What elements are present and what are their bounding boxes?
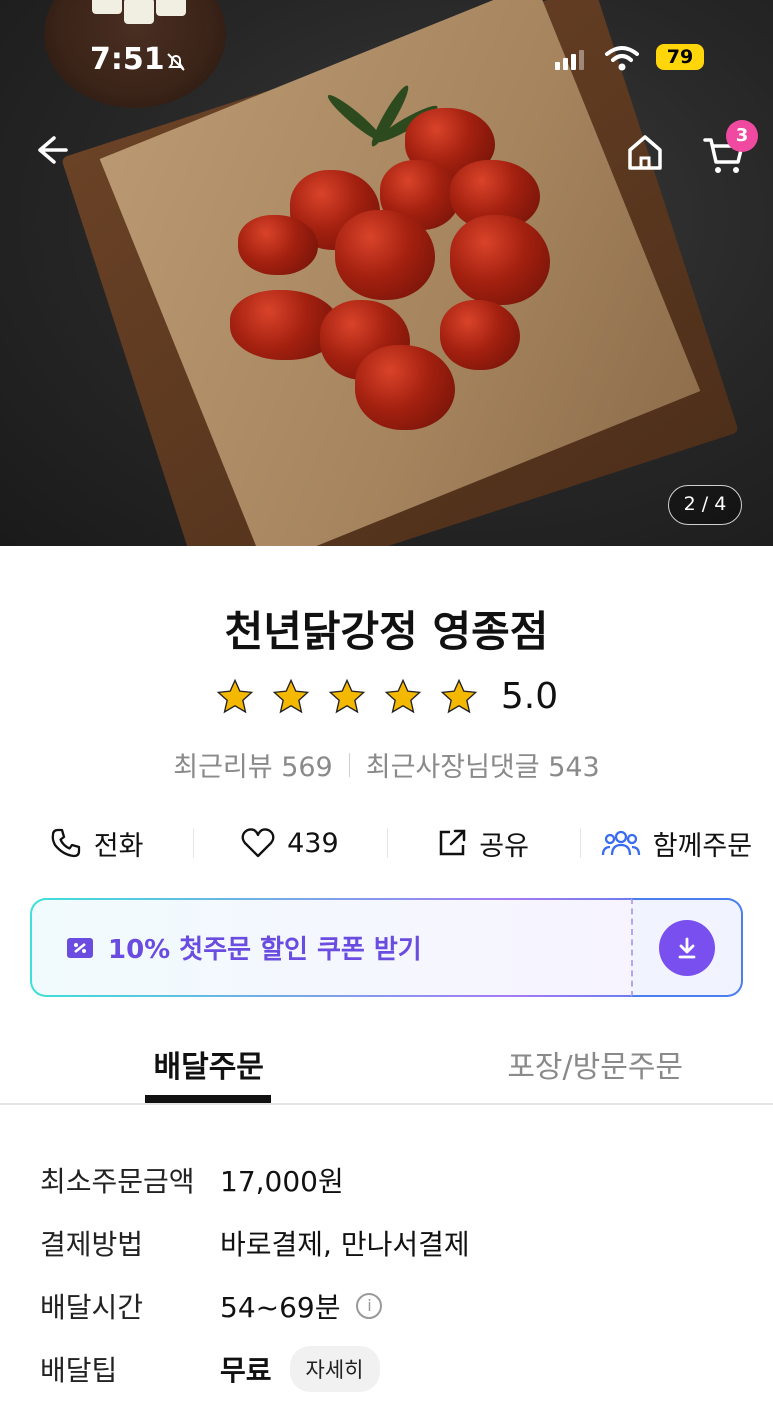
favorite-button[interactable]: 439 xyxy=(193,818,386,868)
delivery-tip-label: 배달팁 xyxy=(40,1353,118,1387)
order-type-tabs: 배달주문 포장/방문주문 xyxy=(0,1030,773,1105)
star-icon xyxy=(272,678,310,713)
active-tab-indicator xyxy=(145,1095,271,1103)
coupon-download-button[interactable] xyxy=(659,919,715,976)
tab-delivery[interactable]: 배달주문 xyxy=(0,1030,417,1103)
info-row: 최소주문금액 17,000원 xyxy=(40,1148,740,1211)
coupon-text: 10% 첫주문 할인 쿠폰 받기 xyxy=(108,935,422,965)
delivery-time-text: 54~69분 xyxy=(220,1290,341,1324)
review-summary[interactable]: 최근리뷰 569 최근사장님댓글 543 xyxy=(0,745,773,784)
coupon-download-area[interactable] xyxy=(631,898,743,997)
owner-replies-link[interactable]: 최근사장님댓글 543 xyxy=(366,745,600,784)
delivery-time-value: 54~69분 i xyxy=(220,1286,383,1326)
group-order-button[interactable]: 함께주문 xyxy=(579,818,773,868)
info-row: 배달팁 무료 자세히 xyxy=(40,1337,740,1400)
star-icon xyxy=(216,678,254,713)
delivery-tip-text: 무료 xyxy=(220,1353,272,1387)
info-row: 결제방법 바로결제, 만나서결제 xyxy=(40,1211,740,1274)
phone-icon xyxy=(51,828,80,858)
divider xyxy=(348,752,350,777)
status-time: 7:51 xyxy=(90,42,165,77)
payment-value: 바로결제, 만나서결제 xyxy=(220,1227,470,1261)
call-label: 전화 xyxy=(93,830,144,862)
delivery-info: 최소주문금액 17,000원 결제방법 바로결제, 만나서결제 배달시간 54~… xyxy=(40,1148,740,1400)
delivery-time-label: 배달시간 xyxy=(40,1290,144,1324)
info-row: 배달시간 54~69분 i xyxy=(40,1274,740,1337)
share-icon xyxy=(440,829,466,856)
payment-label: 결제방법 xyxy=(40,1227,144,1261)
battery-indicator: 79 xyxy=(656,44,704,70)
rating-value: 5.0 xyxy=(500,676,559,717)
hero-image[interactable]: 7:51 79 3 2 / 4 xyxy=(0,0,773,546)
back-arrow-icon[interactable] xyxy=(30,130,70,170)
info-icon[interactable]: i xyxy=(356,1292,383,1319)
heart-icon xyxy=(241,828,275,858)
coupon-icon xyxy=(67,937,93,958)
star-icon xyxy=(328,678,366,713)
image-pager: 2 / 4 xyxy=(668,485,742,525)
status-bar: 7:51 79 xyxy=(0,38,773,78)
silent-bell-icon xyxy=(164,50,188,80)
star-icon xyxy=(440,678,478,713)
coupon-banner[interactable]: 10% 첫주문 할인 쿠폰 받기 xyxy=(30,898,743,997)
tab-pickup[interactable]: 포장/방문주문 xyxy=(417,1030,773,1103)
store-actions: 전화 439 공유 함께주문 xyxy=(0,818,773,868)
download-icon xyxy=(678,937,696,958)
details-button[interactable]: 자세히 xyxy=(289,1345,380,1392)
coupon-body[interactable]: 10% 첫주문 할인 쿠폰 받기 xyxy=(30,898,631,997)
favorite-count: 439 xyxy=(287,827,339,859)
star-icon xyxy=(384,678,422,713)
signal-icon xyxy=(555,48,584,70)
min-order-label: 최소주문금액 xyxy=(40,1164,195,1198)
recent-reviews-link[interactable]: 최근리뷰 569 xyxy=(173,745,332,784)
store-name: 천년닭강정 영종점 xyxy=(224,607,549,656)
share-button[interactable]: 공유 xyxy=(386,818,580,868)
group-order-label: 함께주문 xyxy=(652,830,753,862)
delivery-tip-value: 무료 자세히 xyxy=(220,1345,380,1392)
call-button[interactable]: 전화 xyxy=(0,818,193,868)
store-rating[interactable]: 5.0 xyxy=(0,676,773,717)
min-order-value: 17,000원 xyxy=(220,1164,344,1198)
cart-count-badge: 3 xyxy=(726,120,758,152)
group-icon xyxy=(601,830,640,856)
share-label: 공유 xyxy=(479,830,529,862)
home-icon[interactable] xyxy=(625,132,665,176)
wifi-icon xyxy=(605,44,639,76)
